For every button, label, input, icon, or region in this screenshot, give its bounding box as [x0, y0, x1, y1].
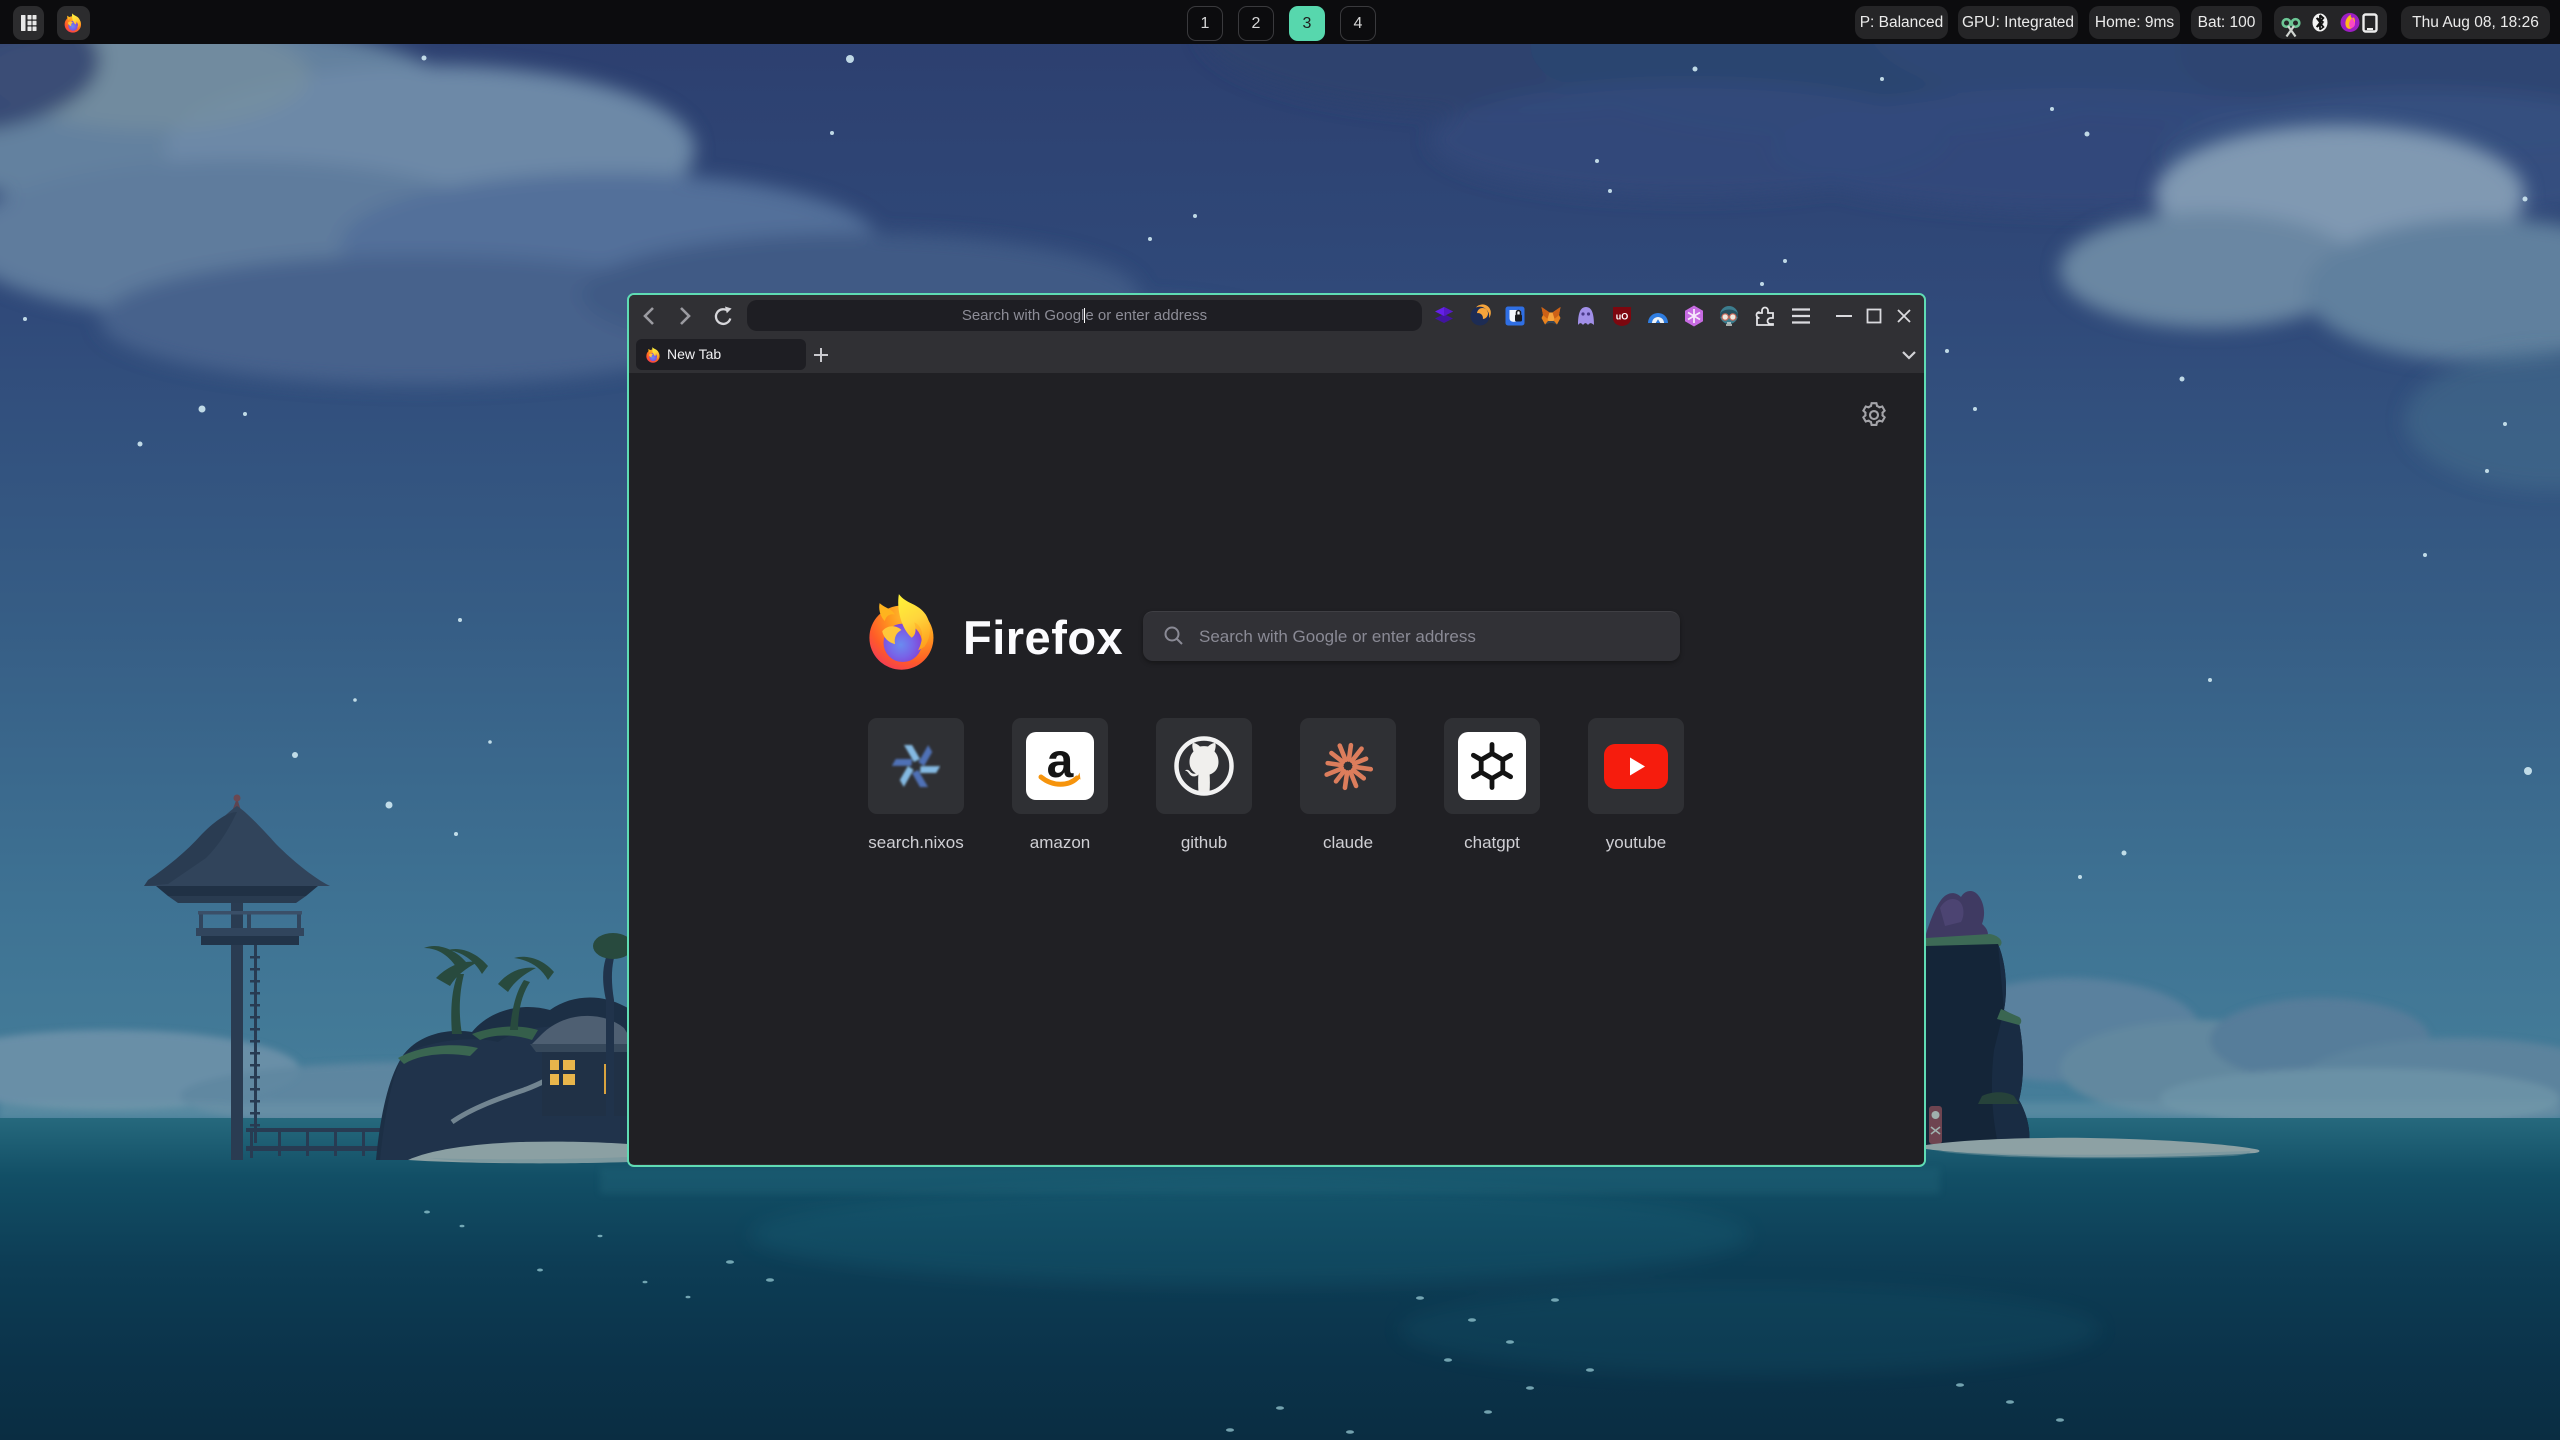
svg-text:uO: uO [1616, 312, 1629, 322]
